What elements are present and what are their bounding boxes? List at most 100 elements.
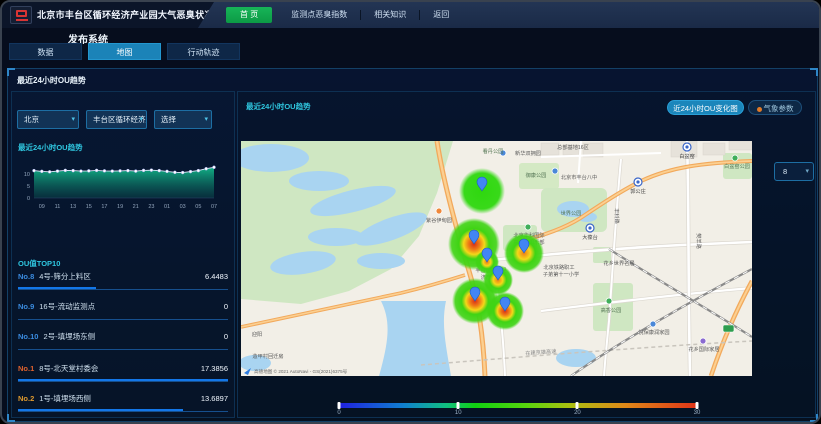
tab-map[interactable]: 地图 xyxy=(88,43,161,60)
bar-track xyxy=(18,287,228,290)
nav-item-back[interactable]: 返回 xyxy=(420,7,462,23)
weather-params-button[interactable]: 气象参数 xyxy=(748,100,802,115)
top10-row[interactable]: No.1 8号-北天堂村委会 17.3856 xyxy=(18,364,228,390)
svg-text:03: 03 xyxy=(180,204,186,210)
scale-tick: 10 xyxy=(455,410,462,416)
map-label: 花乡世界名居 xyxy=(603,259,634,267)
main-nav: 首 页 监测点恶臭指数 相关知识 返回 xyxy=(198,2,819,28)
bar-track xyxy=(18,379,228,382)
app-window: 北京市丰台区循环经济产业园大气恶臭状况实时 首 页 监测点恶臭指数 相关知识 返… xyxy=(0,0,821,424)
nav-item-knowledge[interactable]: 相关知识 xyxy=(361,7,419,23)
map-label: 造甲村回迁房 xyxy=(252,352,283,360)
rank-label: No.10 xyxy=(18,332,38,342)
svg-text:09: 09 xyxy=(39,204,45,210)
map-label: 悦保康润家园 xyxy=(638,328,669,336)
top10-row[interactable]: No.8 4号-筛分上料区 6.4483 xyxy=(18,272,228,298)
map-label: 迎阳 xyxy=(252,330,262,338)
heatmap-layer xyxy=(448,168,544,330)
ou-change-map-button[interactable]: 近24小时OU变化图 xyxy=(667,100,744,115)
map-label: 郭公庄 xyxy=(630,187,646,195)
svg-text:21: 21 xyxy=(133,204,139,210)
ou-color-scale xyxy=(339,403,697,408)
map-canvas: 看丹公园 总部基地16区 新华双拥园 御康公园 北京市丰台八中 郭公庄 白盆窑 … xyxy=(241,141,752,376)
nav-item-home[interactable]: 首 页 xyxy=(226,7,272,23)
map-label: 御康公园 xyxy=(526,171,547,179)
scale-marker xyxy=(338,402,341,409)
panel-corner xyxy=(810,68,818,76)
scale-tick: 0 xyxy=(337,410,340,416)
site-value: 6.4483 xyxy=(205,272,228,282)
rank-label: No.2 xyxy=(18,394,34,404)
map-panel: 最近24小时OU趋势 近24小时OU变化图 气象参数 xyxy=(237,91,816,418)
svg-text:19: 19 xyxy=(117,204,123,210)
bar-track xyxy=(18,317,228,320)
rank-label: No.8 xyxy=(18,272,34,282)
map-label: 大葆台 xyxy=(582,233,598,241)
svg-text:13: 13 xyxy=(70,204,76,210)
app-logo-icon xyxy=(10,6,32,24)
map-attribution: 高德地图 © 2021 AutoNavi - GS(2021)6375号 xyxy=(244,368,348,375)
map-label: 丰科路 xyxy=(613,208,622,225)
tab-track[interactable]: 行动轨迹 xyxy=(167,43,240,60)
site-select[interactable]: 选择 ▾ xyxy=(154,110,212,129)
map-panel-title: 最近24小时OU趋势 xyxy=(246,101,311,112)
scale-tick: 20 xyxy=(574,410,581,416)
svg-text:23: 23 xyxy=(148,204,154,210)
site-name: 8号-北天堂村委会 xyxy=(39,364,201,374)
chevron-down-icon: ▾ xyxy=(805,163,809,180)
main-panel: 最近24小时OU趋势 北京 ▾ 丰台区循环经济产 ▾ 选择 ▾ 最近24小时OU… xyxy=(7,68,818,422)
bar-fill xyxy=(18,287,96,290)
top10-row[interactable]: No.10 2号-填埋场东侧 0 xyxy=(18,332,228,358)
svg-text:0: 0 xyxy=(27,196,30,202)
scale-tick: 30 xyxy=(694,410,701,416)
chevron-down-icon: ▾ xyxy=(204,111,208,128)
site-value: 17.3856 xyxy=(201,364,228,374)
view-tabs: 数据 地图 行动轨迹 xyxy=(9,43,240,60)
nav-item-odor-index[interactable]: 监测点恶臭指数 xyxy=(278,7,360,23)
chevron-down-icon: ▾ xyxy=(71,111,75,128)
map-label: 新华双拥园 xyxy=(515,149,541,157)
svg-text:11: 11 xyxy=(55,204,61,210)
site-name: 16号-流动监测点 xyxy=(39,302,224,312)
map-label: 樊羊路 xyxy=(695,233,703,249)
site-name: 2号-填埋场东侧 xyxy=(43,332,223,342)
bar-track xyxy=(18,347,228,350)
map-label: 白盆窑公园 xyxy=(724,162,750,170)
map-site-select[interactable]: 8 ▾ xyxy=(774,162,814,181)
site-name: 1号-填埋场西侧 xyxy=(39,394,201,404)
map-label: 世界公园 xyxy=(561,209,582,217)
rank-label: No.1 xyxy=(18,364,34,374)
site-value: 13.6897 xyxy=(201,394,228,404)
svg-text:17: 17 xyxy=(101,204,107,210)
scale-marker xyxy=(576,402,579,409)
site-value: 0 xyxy=(224,332,228,342)
tab-data[interactable]: 数据 xyxy=(9,43,82,60)
map-attribution-text: 高德地图 © 2021 AutoNavi - GS(2021)6375号 xyxy=(254,368,348,375)
top10-row[interactable]: No.2 1号-填埋场西侧 13.6897 xyxy=(18,394,228,420)
top10-row[interactable]: No.9 16号-流动监测点 0 xyxy=(18,302,228,328)
svg-text:01: 01 xyxy=(164,204,170,210)
trend-chart-label: 最近24小时OU趋势 xyxy=(18,142,83,153)
map-label: 白盆窑 xyxy=(679,152,695,160)
weather-icon xyxy=(757,107,762,112)
svg-text:10: 10 xyxy=(24,172,30,178)
scale-tick-labels: 0 10 20 30 xyxy=(339,410,697,420)
svg-text:05: 05 xyxy=(195,204,201,210)
scale-marker xyxy=(457,402,460,409)
map-label: 子弟第十一小学 xyxy=(543,270,579,278)
left-sidebar: 北京 ▾ 丰台区循环经济产 ▾ 选择 ▾ 最近24小时OU趋势 05 10 09 11… xyxy=(11,91,235,418)
map-label: 花乡国际家居 xyxy=(688,345,719,353)
rank-label: No.9 xyxy=(18,302,34,312)
chevron-down-icon: ▾ xyxy=(139,111,143,128)
map-label: 北京铁路职工 xyxy=(543,263,574,271)
park-select[interactable]: 丰台区循环经济产 ▾ xyxy=(86,110,147,129)
city-select[interactable]: 北京 ▾ xyxy=(17,110,79,129)
bar-track xyxy=(18,409,228,412)
bar-fill xyxy=(18,409,183,412)
map-site-select-value: 8 xyxy=(783,167,787,176)
site-name: 4号-筛分上料区 xyxy=(39,272,205,282)
map[interactable]: 看丹公园 总部基地16区 新华双拥园 御康公园 北京市丰台八中 郭公庄 白盆窑 … xyxy=(241,141,752,376)
map-label: 看丹公园 xyxy=(483,147,504,155)
map-label: 总部基地16区 xyxy=(557,143,589,151)
panel-corner xyxy=(7,68,15,76)
